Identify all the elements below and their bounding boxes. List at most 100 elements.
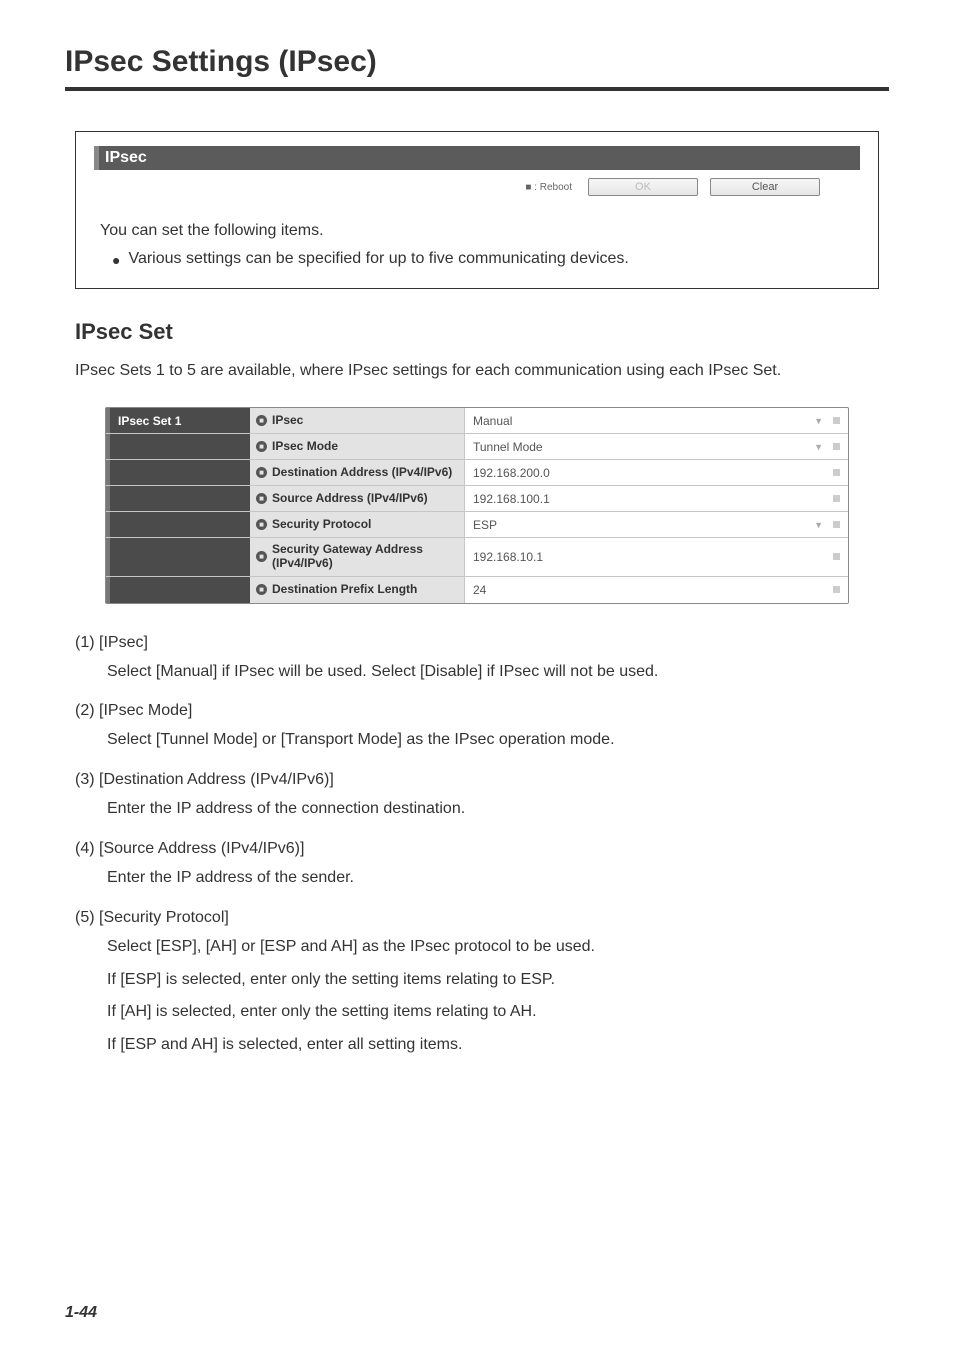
title-underline xyxy=(65,87,889,91)
set-label-empty xyxy=(106,460,250,485)
indicator xyxy=(833,553,840,560)
chevron-down-icon: ▼ xyxy=(814,520,823,530)
value-cell[interactable]: 192.168.100.1 xyxy=(465,486,848,511)
box-icon xyxy=(833,469,840,476)
row-value: 192.168.100.1 xyxy=(473,492,550,506)
reboot-icon: ■ xyxy=(256,441,267,452)
box-icon xyxy=(833,553,840,560)
value-cell[interactable]: Tunnel Mode ▼ xyxy=(465,434,848,459)
row-value: Tunnel Mode xyxy=(473,440,543,454)
desc-body: Enter the IP address of the connection d… xyxy=(107,797,879,822)
section-title: IPsec Set xyxy=(75,319,879,345)
set-label-empty xyxy=(106,434,250,459)
desc-label: (5) [Security Protocol] xyxy=(75,909,879,927)
box-icon xyxy=(833,443,840,450)
set-label-empty xyxy=(106,486,250,511)
desc-text: Select [Tunnel Mode] or [Transport Mode]… xyxy=(107,728,879,753)
desc-item-destination: (3) [Destination Address (IPv4/IPv6)] En… xyxy=(75,771,879,822)
label-cell: ■ Security Protocol xyxy=(250,512,465,537)
row-value: 24 xyxy=(473,583,486,597)
desc-item-security-protocol: (5) [Security Protocol] Select [ESP], [A… xyxy=(75,909,879,1058)
dropdown-indicator: ▼ xyxy=(814,442,840,452)
value-cell[interactable]: ESP ▼ xyxy=(465,512,848,537)
page-number: 1-44 xyxy=(65,1304,97,1322)
intro-panel: IPsec ■ : Reboot OK Clear You can set th… xyxy=(75,131,879,289)
reboot-icon: ■ xyxy=(256,584,267,595)
chevron-down-icon: ▼ xyxy=(814,416,823,426)
desc-item-ipsec-mode: (2) [IPsec Mode] Select [Tunnel Mode] or… xyxy=(75,702,879,753)
label-cell: ■ IPsec Mode xyxy=(250,434,465,459)
ipsec-header-bar: IPsec xyxy=(94,146,860,170)
desc-label: (2) [IPsec Mode] xyxy=(75,702,879,720)
row-label: IPsec xyxy=(272,414,303,428)
reboot-icon: ■ xyxy=(256,467,267,478)
indicator xyxy=(833,495,840,502)
chevron-down-icon: ▼ xyxy=(814,442,823,452)
ipsec-header-title: IPsec xyxy=(99,146,153,170)
desc-text: If [ESP and AH] is selected, enter all s… xyxy=(107,1033,879,1058)
reboot-icon: ■ xyxy=(256,493,267,504)
indicator xyxy=(833,469,840,476)
desc-body: Select [Manual] if IPsec will be used. S… xyxy=(107,660,879,685)
row-label: Destination Prefix Length xyxy=(272,583,417,597)
row-label: Security Gateway Address (IPv4/IPv6) xyxy=(272,543,458,571)
table-row: ■ Destination Prefix Length 24 xyxy=(106,577,848,603)
dropdown-indicator: ▼ xyxy=(814,416,840,426)
set-label-empty xyxy=(106,577,250,603)
table-row: ■ Source Address (IPv4/IPv6) 192.168.100… xyxy=(106,486,848,512)
row-label: Destination Address (IPv4/IPv6) xyxy=(272,466,452,480)
label-cell: ■ Destination Address (IPv4/IPv6) xyxy=(250,460,465,485)
set-label-empty xyxy=(106,538,250,576)
desc-text: If [ESP] is selected, enter only the set… xyxy=(107,968,879,993)
desc-body: Enter the IP address of the sender. xyxy=(107,866,879,891)
table-row: ■ IPsec Mode Tunnel Mode ▼ xyxy=(106,434,848,460)
row-value: ESP xyxy=(473,518,497,532)
desc-body: Select [ESP], [AH] or [ESP and AH] as th… xyxy=(107,935,879,1058)
desc-text: If [AH] is selected, enter only the sett… xyxy=(107,1000,879,1025)
value-cell[interactable]: Manual ▼ xyxy=(465,408,848,433)
label-cell: ■ Destination Prefix Length xyxy=(250,577,465,603)
clear-button[interactable]: Clear xyxy=(710,178,820,196)
page-title: IPsec Settings (IPsec) xyxy=(65,45,889,79)
button-row: ■ : Reboot OK Clear xyxy=(94,178,860,208)
indicator xyxy=(833,586,840,593)
box-icon xyxy=(833,417,840,424)
box-icon xyxy=(833,495,840,502)
reboot-icon: ■ xyxy=(256,415,267,426)
dropdown-indicator: ▼ xyxy=(814,520,840,530)
value-cell[interactable]: 192.168.10.1 xyxy=(465,538,848,576)
description-list: (1) [IPsec] Select [Manual] if IPsec wil… xyxy=(75,634,879,1058)
settings-table: IPsec Set 1 ■ IPsec Manual ▼ ■ IPsec Mod… xyxy=(105,407,849,604)
label-cell: ■ IPsec xyxy=(250,408,465,433)
row-value: 192.168.200.0 xyxy=(473,466,550,480)
value-cell[interactable]: 24 xyxy=(465,577,848,603)
value-cell[interactable]: 192.168.200.0 xyxy=(465,460,848,485)
desc-label: (1) [IPsec] xyxy=(75,634,879,652)
label-cell: ■ Security Gateway Address (IPv4/IPv6) xyxy=(250,538,465,576)
intro-bullet: ● Various settings can be specified for … xyxy=(112,250,854,270)
bullet-icon: ● xyxy=(112,250,120,270)
desc-text: Select [ESP], [AH] or [ESP and AH] as th… xyxy=(107,935,879,960)
ok-button[interactable]: OK xyxy=(588,178,698,196)
row-label: Source Address (IPv4/IPv6) xyxy=(272,492,428,506)
reboot-legend: ■ : Reboot xyxy=(525,182,572,193)
set-label-empty xyxy=(106,512,250,537)
label-cell: ■ Source Address (IPv4/IPv6) xyxy=(250,486,465,511)
row-value: 192.168.10.1 xyxy=(473,550,543,564)
desc-text: Enter the IP address of the connection d… xyxy=(107,797,879,822)
box-icon xyxy=(833,521,840,528)
table-row: ■ Destination Address (IPv4/IPv6) 192.16… xyxy=(106,460,848,486)
box-icon xyxy=(833,586,840,593)
desc-text: Select [Manual] if IPsec will be used. S… xyxy=(107,660,879,685)
table-row: IPsec Set 1 ■ IPsec Manual ▼ xyxy=(106,408,848,434)
intro-bullet-text: Various settings can be specified for up… xyxy=(128,250,628,268)
reboot-icon: ■ xyxy=(256,519,267,530)
set-label: IPsec Set 1 xyxy=(106,408,250,433)
desc-label: (4) [Source Address (IPv4/IPv6)] xyxy=(75,840,879,858)
reboot-icon: ■ xyxy=(256,551,267,562)
desc-label: (3) [Destination Address (IPv4/IPv6)] xyxy=(75,771,879,789)
desc-body: Select [Tunnel Mode] or [Transport Mode]… xyxy=(107,728,879,753)
row-label: Security Protocol xyxy=(272,518,371,532)
desc-item-ipsec: (1) [IPsec] Select [Manual] if IPsec wil… xyxy=(75,634,879,685)
table-row: ■ Security Protocol ESP ▼ xyxy=(106,512,848,538)
